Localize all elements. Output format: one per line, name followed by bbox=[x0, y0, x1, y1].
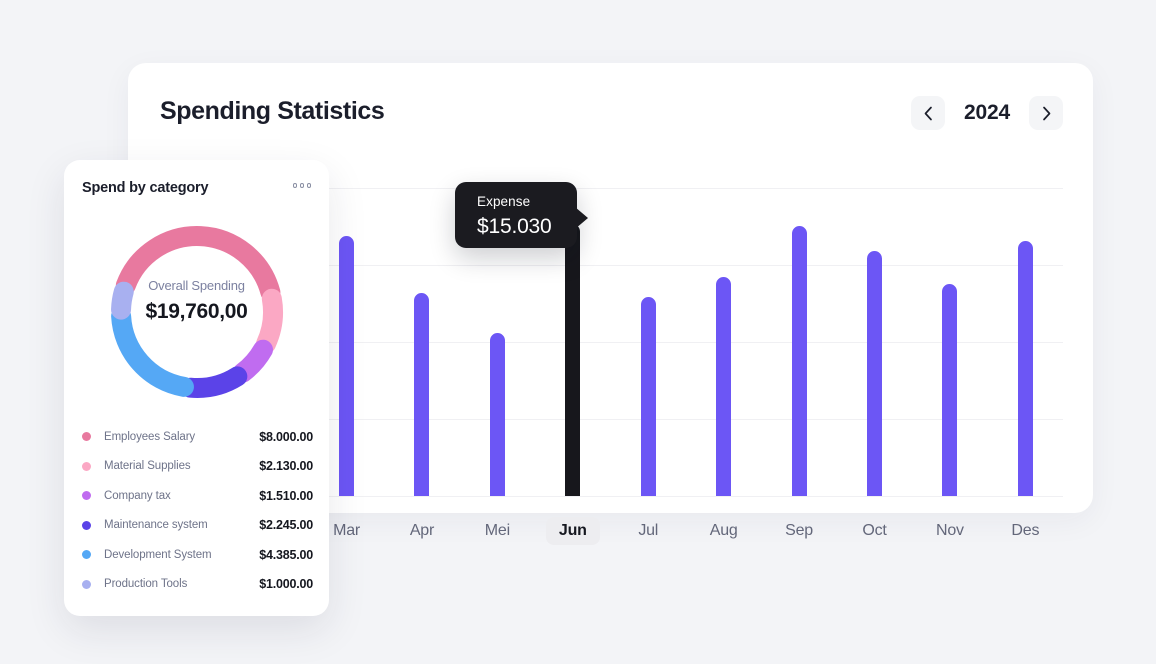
month-label-text: Des bbox=[1011, 522, 1040, 539]
donut-segment[interactable] bbox=[180, 366, 247, 398]
legend-category-value: $2.130.00 bbox=[259, 459, 313, 473]
chevron-left-icon bbox=[924, 106, 933, 121]
month-label-text: Oct bbox=[862, 522, 887, 539]
month-label-apr[interactable]: Apr bbox=[384, 511, 459, 551]
donut-card-title: Spend by category bbox=[82, 180, 209, 196]
bar-slot[interactable] bbox=[611, 188, 686, 496]
more-options-icon[interactable] bbox=[292, 183, 311, 188]
month-label-nov[interactable]: Nov bbox=[912, 511, 987, 551]
legend-category-name: Company tax bbox=[104, 489, 171, 502]
chart-bar[interactable] bbox=[414, 293, 430, 496]
month-label-jun[interactable]: Jun bbox=[535, 511, 610, 551]
category-legend: Employees Salary $8.000.00 Material Suppli… bbox=[82, 422, 313, 599]
month-label-text: Apr bbox=[409, 522, 435, 539]
year-label: 2024 bbox=[964, 101, 1010, 124]
month-label-jul[interactable]: Jul bbox=[611, 511, 686, 551]
bar-slot[interactable] bbox=[988, 188, 1063, 496]
bar-slot[interactable] bbox=[384, 188, 459, 496]
tooltip-pointer bbox=[575, 207, 588, 229]
month-label-text: Jul bbox=[638, 522, 659, 539]
legend-category-value: $2.245.00 bbox=[259, 518, 313, 532]
legend-color-dot bbox=[82, 432, 91, 441]
month-label-text: Aug bbox=[709, 522, 738, 539]
tooltip-value: $15.030 bbox=[477, 215, 552, 238]
legend-item[interactable]: Development System $4.385.00 bbox=[82, 540, 313, 569]
chart-bar[interactable] bbox=[1017, 241, 1033, 496]
bar-slot[interactable] bbox=[761, 188, 836, 496]
card-header: Spending Statistics 2024 bbox=[128, 63, 1093, 163]
page-title: Spending Statistics bbox=[160, 97, 385, 125]
legend-category-value: $4.385.00 bbox=[259, 547, 313, 562]
month-label-text: Mei bbox=[484, 522, 510, 539]
spend-by-category-card: Spend by category Overall Spending $19,7… bbox=[64, 160, 329, 616]
overall-spending-value: $19,760,00 bbox=[145, 300, 248, 323]
legend-category-value: $1.000.00 bbox=[259, 577, 313, 591]
legend-color-dot bbox=[82, 461, 91, 471]
month-label-mei[interactable]: Mei bbox=[460, 511, 535, 551]
legend-category-name: Production Tools bbox=[104, 578, 188, 590]
year-navigation: 2024 bbox=[911, 96, 1063, 130]
legend-category-value: $8.000.00 bbox=[259, 429, 313, 444]
legend-category-name: Material Supplies bbox=[104, 460, 191, 472]
legend-item[interactable]: Maintenance system $2.245.00 bbox=[82, 511, 313, 540]
donut-segment[interactable] bbox=[110, 306, 194, 397]
chart-bar[interactable] bbox=[716, 276, 732, 496]
legend-color-dot bbox=[82, 579, 91, 589]
chart-bar[interactable] bbox=[565, 223, 581, 496]
month-label-sep[interactable]: Sep bbox=[761, 511, 836, 551]
legend-category-name: Development System bbox=[104, 548, 212, 561]
legend-color-dot bbox=[82, 550, 91, 559]
next-year-button[interactable] bbox=[1029, 96, 1063, 130]
legend-color-dot bbox=[82, 491, 91, 500]
prev-year-button[interactable] bbox=[911, 96, 945, 130]
donut-center-text: Overall Spending $19,760,00 bbox=[64, 278, 329, 324]
donut-segment[interactable] bbox=[232, 339, 273, 383]
legend-color-dot bbox=[82, 520, 91, 530]
bar-slot[interactable] bbox=[912, 188, 987, 496]
expense-tooltip: Expense $15.030 bbox=[455, 182, 588, 248]
legend-category-name: Maintenance system bbox=[104, 519, 208, 531]
chevron-right-icon bbox=[1042, 106, 1051, 121]
month-label-aug[interactable]: Aug bbox=[686, 511, 761, 551]
legend-item[interactable]: Employees Salary $8.000.00 bbox=[82, 422, 313, 451]
month-label-text: Jun bbox=[545, 517, 600, 545]
legend-category-name: Employees Salary bbox=[104, 430, 196, 443]
legend-item[interactable]: Material Supplies $2.130.00 bbox=[82, 452, 313, 481]
legend-item[interactable]: Company tax $1.510.00 bbox=[82, 481, 313, 510]
legend-item[interactable]: Production Tools $1.000.00 bbox=[82, 570, 313, 599]
chart-bar[interactable] bbox=[942, 284, 958, 496]
overall-spending-label: Overall Spending bbox=[148, 278, 245, 293]
dashboard-root: Spending Statistics 2024 Mar Apr Mei Jun… bbox=[0, 0, 1156, 664]
chart-bar[interactable] bbox=[791, 226, 807, 496]
tooltip-label: Expense bbox=[477, 194, 531, 209]
month-label-oct[interactable]: Oct bbox=[837, 511, 912, 551]
chart-bar[interactable] bbox=[867, 251, 882, 496]
legend-category-value: $1.510.00 bbox=[259, 488, 313, 503]
month-label-des[interactable]: Des bbox=[988, 511, 1063, 551]
month-label-text: Sep bbox=[785, 522, 814, 539]
chart-bar[interactable] bbox=[489, 332, 505, 496]
bar-slot[interactable] bbox=[686, 188, 761, 496]
bar-slot[interactable] bbox=[837, 188, 912, 496]
chart-bar[interactable] bbox=[640, 296, 656, 496]
month-label-text: Nov bbox=[936, 522, 964, 539]
chart-bar[interactable] bbox=[339, 236, 355, 496]
